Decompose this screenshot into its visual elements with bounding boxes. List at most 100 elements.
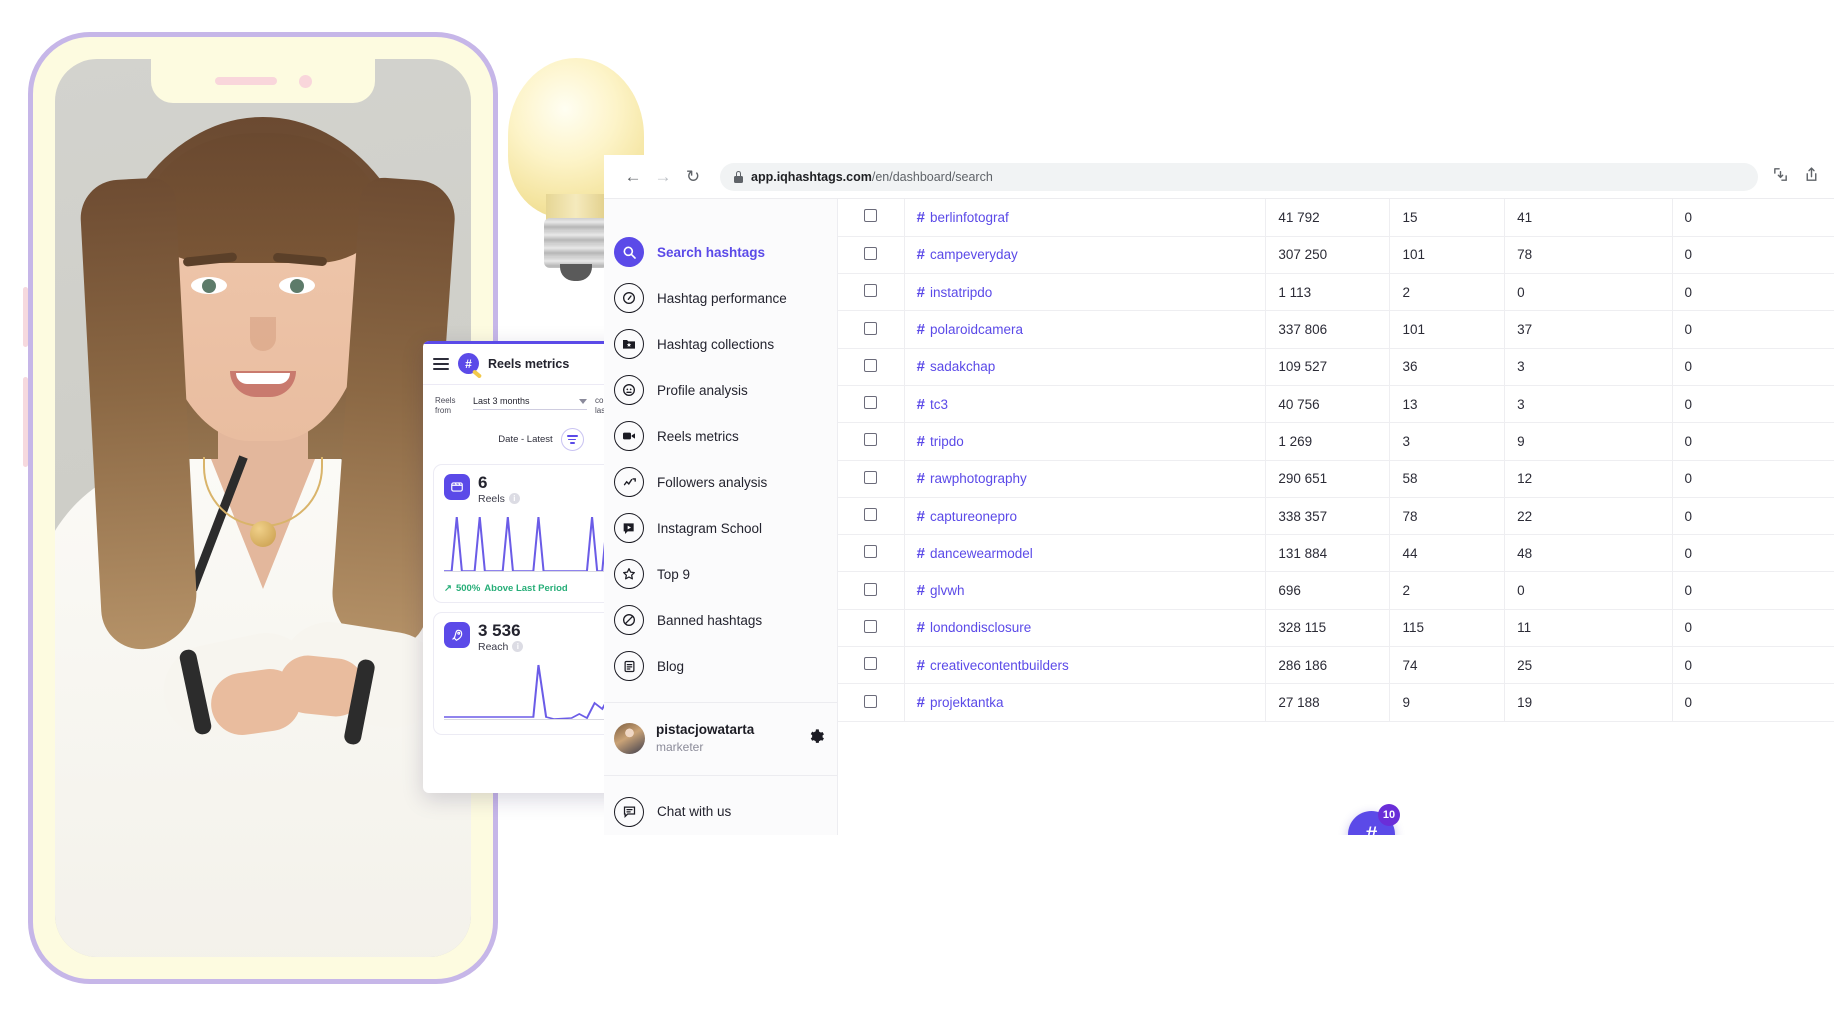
- hashtag-link[interactable]: # creativecontentbuilders: [917, 657, 1254, 674]
- row-checkbox-cell[interactable]: [838, 199, 905, 237]
- hashtag-link[interactable]: # dancewearmodel: [917, 545, 1254, 562]
- row-checkbox-cell[interactable]: [838, 422, 905, 461]
- row-checkbox-cell[interactable]: [838, 348, 905, 386]
- hashtag-cell[interactable]: # berlinfotograf: [904, 199, 1267, 237]
- row-checkbox-cell[interactable]: [838, 385, 905, 424]
- sidebar-item-instagram-school[interactable]: Instagram School: [604, 505, 837, 551]
- info-icon[interactable]: i: [508, 493, 520, 505]
- hashtag-cell[interactable]: # glvwh: [904, 571, 1267, 610]
- hashtag-link[interactable]: # tc3: [917, 396, 1254, 413]
- row-checkbox-cell[interactable]: [838, 273, 905, 312]
- row-checkbox[interactable]: [864, 694, 878, 708]
- hashtag-cell[interactable]: # instatripdo: [904, 273, 1267, 312]
- row-checkbox[interactable]: [864, 508, 878, 522]
- hashtag-link[interactable]: # projektantka: [917, 694, 1254, 711]
- table-row[interactable]: # dancewearmodel 131 884 44 48 0: [838, 534, 1834, 573]
- hashtag-cell[interactable]: # tc3: [904, 385, 1267, 424]
- hashtag-cell[interactable]: # londondisclosure: [904, 609, 1267, 648]
- sidebar-item-reels-metrics[interactable]: Reels metrics: [604, 413, 837, 459]
- row-checkbox[interactable]: [864, 582, 878, 596]
- hashtag-link[interactable]: # polaroidcamera: [917, 321, 1254, 338]
- row-checkbox[interactable]: [864, 321, 878, 335]
- row-checkbox[interactable]: [864, 209, 878, 223]
- hamburger-menu-icon[interactable]: [433, 357, 449, 370]
- row-checkbox-cell[interactable]: [838, 571, 905, 610]
- table-row[interactable]: # creativecontentbuilders 286 186 74 25 0: [838, 646, 1834, 685]
- table-row[interactable]: # londondisclosure 328 115 115 11 0: [838, 609, 1834, 648]
- back-button[interactable]: ←: [618, 162, 648, 192]
- row-checkbox[interactable]: [864, 358, 878, 372]
- hashtag-cell[interactable]: # projektantka: [904, 683, 1267, 722]
- row-checkbox[interactable]: [864, 246, 878, 260]
- row-checkbox-cell[interactable]: [838, 497, 905, 536]
- sidebar-item-hashtag-performance[interactable]: Hashtag performance: [604, 275, 837, 321]
- table-row[interactable]: # instatripdo 1 113 2 0 0: [838, 273, 1834, 312]
- row-checkbox[interactable]: [864, 470, 878, 484]
- table-row[interactable]: # berlinfotograf 41 792 15 41 0: [838, 199, 1834, 237]
- table-row[interactable]: # polaroidcamera 337 806 101 37 0: [838, 310, 1834, 349]
- hashtag-cell[interactable]: # tripdo: [904, 422, 1267, 461]
- row-checkbox[interactable]: [864, 619, 878, 633]
- row-checkbox-cell[interactable]: [838, 609, 905, 648]
- gear-icon[interactable]: [808, 728, 825, 749]
- sidebar-item-profile-analysis[interactable]: Profile analysis: [604, 367, 837, 413]
- sidebar-item-search-hashtags[interactable]: Search hashtags: [604, 229, 837, 275]
- phone-volume-up-button[interactable]: [23, 287, 28, 347]
- hashtag-link[interactable]: # tripdo: [917, 433, 1254, 450]
- hashtag-link[interactable]: # glvwh: [917, 582, 1254, 599]
- row-checkbox-cell[interactable]: [838, 683, 905, 722]
- reload-button[interactable]: ↻: [678, 162, 708, 192]
- account-row[interactable]: pistacjowatarta marketer: [604, 716, 837, 762]
- hashtag-cell[interactable]: # captureonepro: [904, 497, 1267, 536]
- row-checkbox-cell[interactable]: [838, 646, 905, 685]
- hashtag-link[interactable]: # sadakchap: [917, 358, 1254, 375]
- sidebar-item-banned-hashtags[interactable]: Banned hashtags: [604, 597, 837, 643]
- table-row[interactable]: # glvwh 696 2 0 0: [838, 571, 1834, 610]
- hashtag-link[interactable]: # instatripdo: [917, 284, 1254, 301]
- row-checkbox[interactable]: [864, 284, 878, 298]
- sidebar-item-hashtag-collections[interactable]: Hashtag collections: [604, 321, 837, 367]
- hashtag-link[interactable]: # campeveryday: [917, 246, 1254, 263]
- hashtag-name: berlinfotograf: [929, 209, 1009, 225]
- table-row[interactable]: # rawphotography 290 651 58 12 0: [838, 460, 1834, 498]
- hashtag-cell[interactable]: # creativecontentbuilders: [904, 646, 1267, 685]
- sidebar-item-followers-analysis[interactable]: Followers analysis: [604, 459, 837, 505]
- forward-button[interactable]: →: [648, 162, 678, 192]
- row-checkbox[interactable]: [864, 433, 878, 447]
- phone-volume-down-button[interactable]: [23, 377, 28, 467]
- row-checkbox[interactable]: [864, 396, 878, 410]
- info-icon[interactable]: i: [512, 641, 524, 653]
- sidebar-item-top-9[interactable]: Top 9: [604, 551, 837, 597]
- hashtag-cell[interactable]: # campeveryday: [904, 236, 1267, 275]
- row-checkbox-cell[interactable]: [838, 310, 905, 349]
- metric-2-cell: 101: [1389, 236, 1506, 275]
- hashtag-cell[interactable]: # polaroidcamera: [904, 310, 1267, 349]
- hashtag-link[interactable]: # captureonepro: [917, 508, 1254, 525]
- table-row[interactable]: # sadakchap 109 527 36 3 0: [838, 348, 1834, 386]
- hashtag-link[interactable]: # berlinfotograf: [917, 209, 1254, 226]
- table-row[interactable]: # campeveryday 307 250 101 78 0: [838, 236, 1834, 275]
- hashtag-cell[interactable]: # dancewearmodel: [904, 534, 1267, 573]
- sidebar-item-blog[interactable]: Blog: [604, 643, 837, 689]
- hashtag-cell[interactable]: # sadakchap: [904, 348, 1267, 386]
- row-checkbox[interactable]: [864, 657, 878, 671]
- table-row[interactable]: # projektantka 27 188 9 19 0: [838, 683, 1834, 722]
- reach-icon: [444, 621, 470, 648]
- address-bar[interactable]: app.iqhashtags.com/en/dashboard/search: [720, 162, 1758, 191]
- period-select[interactable]: Last 3 months: [473, 396, 587, 410]
- sidebar-item-chat-with-us[interactable]: Chat with us: [604, 789, 837, 835]
- row-checkbox-cell[interactable]: [838, 460, 905, 498]
- hashtag-cell[interactable]: # rawphotography: [904, 460, 1267, 498]
- share-icon[interactable]: [1803, 166, 1820, 188]
- row-checkbox-cell[interactable]: [838, 236, 905, 275]
- row-checkbox[interactable]: [864, 545, 878, 559]
- hashtag-link[interactable]: # rawphotography: [917, 470, 1254, 487]
- download-icon[interactable]: [1772, 166, 1789, 188]
- sort-filter-icon[interactable]: [560, 428, 584, 451]
- table-row[interactable]: # tc3 40 756 13 3 0: [838, 385, 1834, 424]
- row-checkbox-cell[interactable]: [838, 534, 905, 573]
- hashtag-link[interactable]: # londondisclosure: [917, 619, 1254, 636]
- table-row[interactable]: # captureonepro 338 357 78 22 0: [838, 497, 1834, 536]
- table-row[interactable]: # tripdo 1 269 3 9 0: [838, 422, 1834, 461]
- hashtag-basket-button[interactable]: # 10: [1348, 804, 1400, 835]
